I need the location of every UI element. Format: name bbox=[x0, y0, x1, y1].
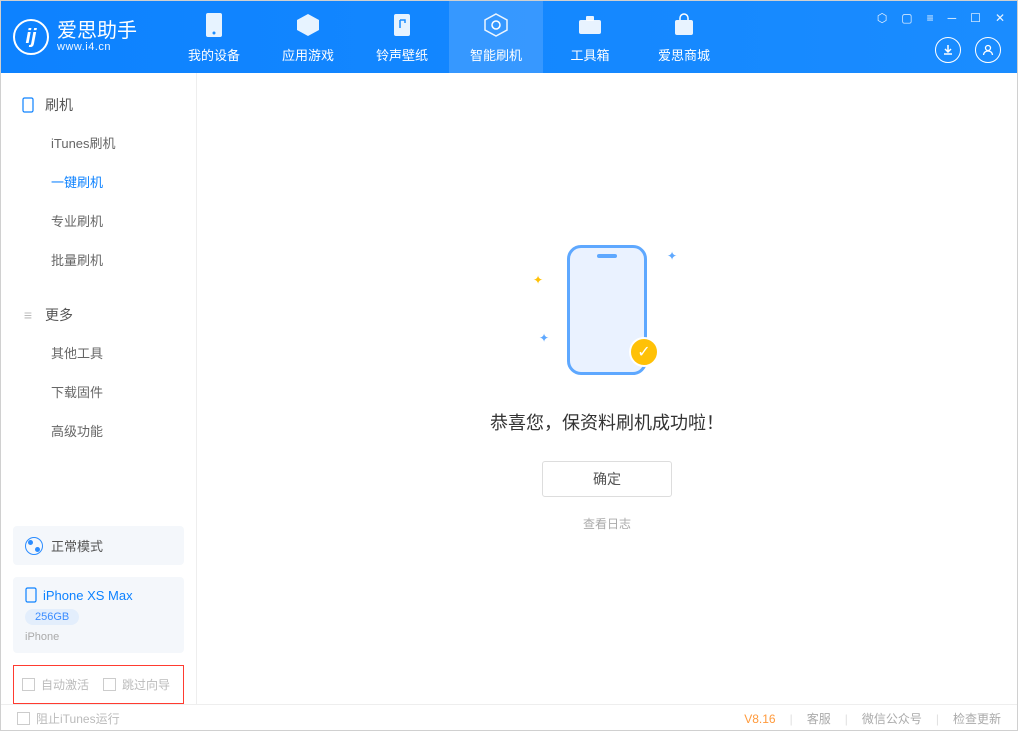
success-message: 恭喜您，保资料刷机成功啦！ bbox=[490, 409, 724, 435]
version-label: V8.16 bbox=[744, 712, 775, 726]
logo-icon: ij bbox=[13, 19, 49, 55]
sidebar-section-flash: 刷机 iTunes刷机 一键刷机 专业刷机 批量刷机 bbox=[1, 73, 196, 283]
sidebar-item-advanced[interactable]: 高级功能 bbox=[1, 411, 196, 450]
sidebar-bottom: 正常模式 iPhone XS Max 256GB iPhone 自动激活 跳过向… bbox=[1, 526, 196, 704]
top-nav: 我的设备 应用游戏 铃声壁纸 智能刷机 工具箱 爱思商城 bbox=[167, 1, 731, 73]
checkbox-icon bbox=[17, 712, 30, 725]
nav-store[interactable]: 爱思商城 bbox=[637, 1, 731, 73]
checkbox-skip-guide[interactable]: 跳过向导 bbox=[103, 676, 170, 693]
user-button[interactable] bbox=[975, 37, 1001, 63]
app-footer: 阻止iTunes运行 V8.16 | 客服 | 微信公众号 | 检查更新 bbox=[1, 704, 1017, 732]
checkbox-icon bbox=[22, 678, 35, 691]
sidebar-item-pro-flash[interactable]: 专业刷机 bbox=[1, 201, 196, 240]
app-body: 刷机 iTunes刷机 一键刷机 专业刷机 批量刷机 ≡ 更多 其他工具 下载固… bbox=[1, 73, 1017, 704]
sparkle-icon: ✦ bbox=[539, 331, 549, 345]
nav-device[interactable]: 我的设备 bbox=[167, 1, 261, 73]
device-type: iPhone bbox=[25, 631, 172, 643]
feedback-icon[interactable]: ▢ bbox=[901, 11, 912, 25]
app-name: 爱思助手 bbox=[57, 21, 137, 41]
store-icon bbox=[670, 11, 698, 39]
success-illustration: ✦ ✦ ✦ ✓ bbox=[537, 245, 677, 385]
sidebar-item-itunes-flash[interactable]: iTunes刷机 bbox=[1, 123, 196, 162]
menu-icon[interactable]: ≡ bbox=[927, 11, 934, 25]
separator: | bbox=[936, 712, 939, 726]
sidebar-item-download-firmware[interactable]: 下载固件 bbox=[1, 372, 196, 411]
app-site: www.i4.cn bbox=[57, 41, 137, 53]
sidebar: 刷机 iTunes刷机 一键刷机 专业刷机 批量刷机 ≡ 更多 其他工具 下载固… bbox=[1, 73, 197, 704]
phone-icon bbox=[21, 98, 35, 112]
footer-right: V8.16 | 客服 | 微信公众号 | 检查更新 bbox=[744, 710, 1001, 727]
sidebar-item-other-tools[interactable]: 其他工具 bbox=[1, 333, 196, 372]
view-log-link[interactable]: 查看日志 bbox=[583, 515, 631, 532]
sidebar-section-more: ≡ 更多 其他工具 下载固件 高级功能 bbox=[1, 283, 196, 454]
close-button[interactable]: ✕ bbox=[995, 11, 1005, 25]
checkbox-auto-activate[interactable]: 自动激活 bbox=[22, 676, 89, 693]
mode-icon bbox=[25, 537, 43, 555]
separator: | bbox=[845, 712, 848, 726]
sparkle-icon: ✦ bbox=[667, 249, 677, 263]
nav-toolbox[interactable]: 工具箱 bbox=[543, 1, 637, 73]
sparkle-icon: ✦ bbox=[533, 273, 543, 287]
list-icon: ≡ bbox=[21, 308, 35, 322]
support-link[interactable]: 客服 bbox=[807, 710, 831, 727]
sidebar-item-batch-flash[interactable]: 批量刷机 bbox=[1, 240, 196, 279]
maximize-button[interactable]: ☐ bbox=[970, 11, 981, 25]
main-content: ✦ ✦ ✦ ✓ 恭喜您，保资料刷机成功啦！ 确定 查看日志 bbox=[197, 73, 1017, 704]
app-logo: ij 爱思助手 www.i4.cn bbox=[13, 19, 137, 55]
checkbox-icon bbox=[103, 678, 116, 691]
update-link[interactable]: 检查更新 bbox=[953, 710, 1001, 727]
sidebar-header-more: ≡ 更多 bbox=[1, 297, 196, 333]
sidebar-item-one-click-flash[interactable]: 一键刷机 bbox=[1, 162, 196, 201]
nav-apps[interactable]: 应用游戏 bbox=[261, 1, 355, 73]
minimize-button[interactable]: ─ bbox=[948, 11, 957, 25]
device-name: iPhone XS Max bbox=[25, 587, 172, 603]
header-actions bbox=[935, 37, 1001, 63]
apps-icon bbox=[294, 11, 322, 39]
nav-ringtones[interactable]: 铃声壁纸 bbox=[355, 1, 449, 73]
nav-flash[interactable]: 智能刷机 bbox=[449, 1, 543, 73]
device-icon bbox=[200, 11, 228, 39]
download-button[interactable] bbox=[935, 37, 961, 63]
separator: | bbox=[790, 712, 793, 726]
success-badge-icon: ✓ bbox=[629, 337, 659, 367]
ok-button[interactable]: 确定 bbox=[542, 461, 672, 497]
ringtones-icon bbox=[388, 11, 416, 39]
checkbox-block-itunes[interactable]: 阻止iTunes运行 bbox=[17, 710, 120, 727]
window-controls: ⬡ ▢ ≡ ─ ☐ ✕ bbox=[877, 11, 1005, 25]
device-capacity: 256GB bbox=[25, 609, 79, 625]
toolbox-icon bbox=[576, 11, 604, 39]
shirt-icon[interactable]: ⬡ bbox=[877, 11, 887, 25]
flash-icon bbox=[482, 11, 510, 39]
sidebar-header-flash: 刷机 bbox=[1, 87, 196, 123]
device-info[interactable]: iPhone XS Max 256GB iPhone bbox=[13, 577, 184, 653]
app-header: ij 爱思助手 www.i4.cn 我的设备 应用游戏 铃声壁纸 智能刷机 工具… bbox=[1, 1, 1017, 73]
wechat-link[interactable]: 微信公众号 bbox=[862, 710, 922, 727]
options-box: 自动激活 跳过向导 bbox=[13, 665, 184, 704]
device-icon bbox=[25, 587, 37, 603]
mode-indicator[interactable]: 正常模式 bbox=[13, 526, 184, 565]
